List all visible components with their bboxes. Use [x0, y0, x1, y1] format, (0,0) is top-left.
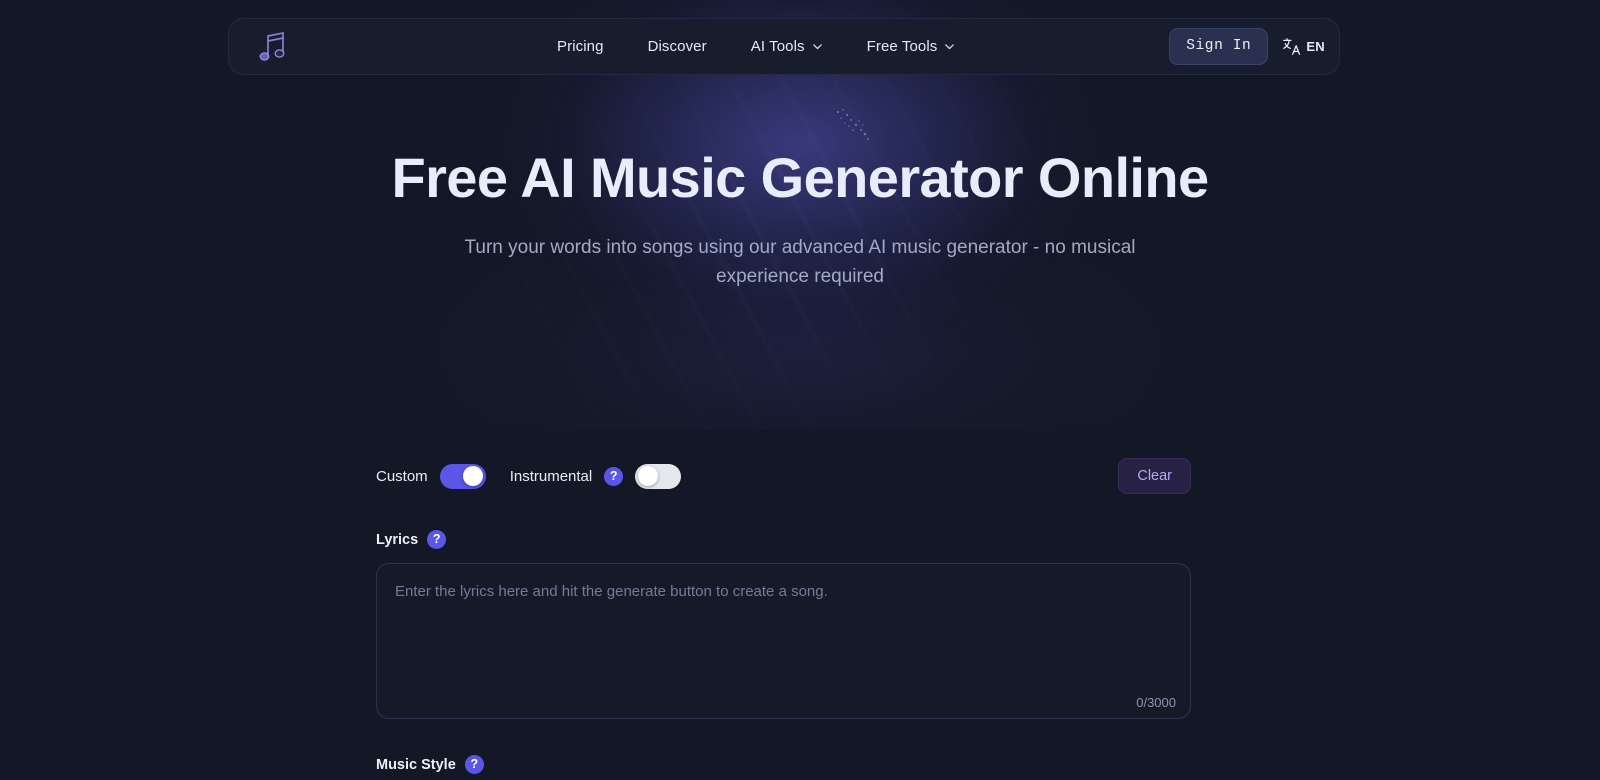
language-code-label: EN [1306, 39, 1325, 54]
sparkle-decoration-icon [836, 109, 869, 140]
instrumental-help-icon[interactable]: ? [604, 466, 624, 486]
nav-item-ai-tools[interactable]: AI Tools [751, 38, 823, 55]
instrumental-toggle-group: Instrumental ? [509, 463, 682, 489]
nav-item-label: Pricing [557, 38, 604, 55]
music-note-icon [259, 31, 285, 61]
clear-button[interactable]: Clear [1118, 458, 1191, 494]
nav-item-pricing[interactable]: Pricing [557, 38, 604, 55]
nav-links: Pricing Discover AI Tools Free Tools [557, 38, 955, 55]
lyrics-field-label: Lyrics ? [376, 530, 1191, 549]
custom-toggle[interactable] [439, 463, 486, 489]
nav-item-label: AI Tools [750, 38, 805, 55]
language-selector[interactable]: EN [1282, 37, 1325, 56]
lyrics-input[interactable]: Enter the lyrics here and hit the genera… [376, 563, 1191, 719]
brand-logo[interactable] [249, 27, 297, 67]
nav-right-actions: Sign In EN [1169, 28, 1325, 65]
nav-item-label: Discover [647, 38, 707, 55]
lyrics-help-icon[interactable]: ? [427, 530, 447, 549]
music-style-label-text: Music Style [376, 756, 456, 773]
top-navigation-bar: Pricing Discover AI Tools Free Tools Sig… [228, 18, 1340, 75]
chevron-down-icon [812, 44, 822, 50]
custom-toggle-knob [463, 466, 484, 486]
lyrics-label-text: Lyrics [376, 531, 419, 548]
custom-toggle-group: Custom [376, 463, 486, 489]
translate-icon [1283, 38, 1301, 55]
custom-label: Custom [376, 467, 428, 485]
instrumental-toggle-knob [637, 466, 658, 486]
hero-subtitle: Turn your words into songs using our adv… [464, 236, 1136, 288]
nav-item-discover[interactable]: Discover [648, 38, 707, 55]
hero-section: Free AI Music Generator Online Turn your… [0, 146, 1600, 292]
nav-item-label: Free Tools [866, 38, 938, 55]
chevron-down-icon [945, 44, 955, 50]
music-style-field-label: Music Style ? [376, 755, 1191, 774]
lyrics-character-counter: 0/3000 [1136, 695, 1176, 710]
music-generator-panel: Custom Instrumental ? Clear Lyrics ? Ent… [376, 458, 1191, 774]
page-title: Free AI Music Generator Online [391, 146, 1209, 209]
sign-in-button[interactable]: Sign In [1169, 28, 1269, 65]
instrumental-toggle[interactable] [635, 463, 682, 489]
instrumental-label: Instrumental [509, 467, 593, 485]
music-style-help-icon[interactable]: ? [464, 755, 484, 774]
nav-item-free-tools[interactable]: Free Tools [867, 38, 956, 55]
lyrics-placeholder: Enter the lyrics here and hit the genera… [395, 583, 828, 600]
toggle-row: Custom Instrumental ? Clear [376, 458, 1191, 494]
